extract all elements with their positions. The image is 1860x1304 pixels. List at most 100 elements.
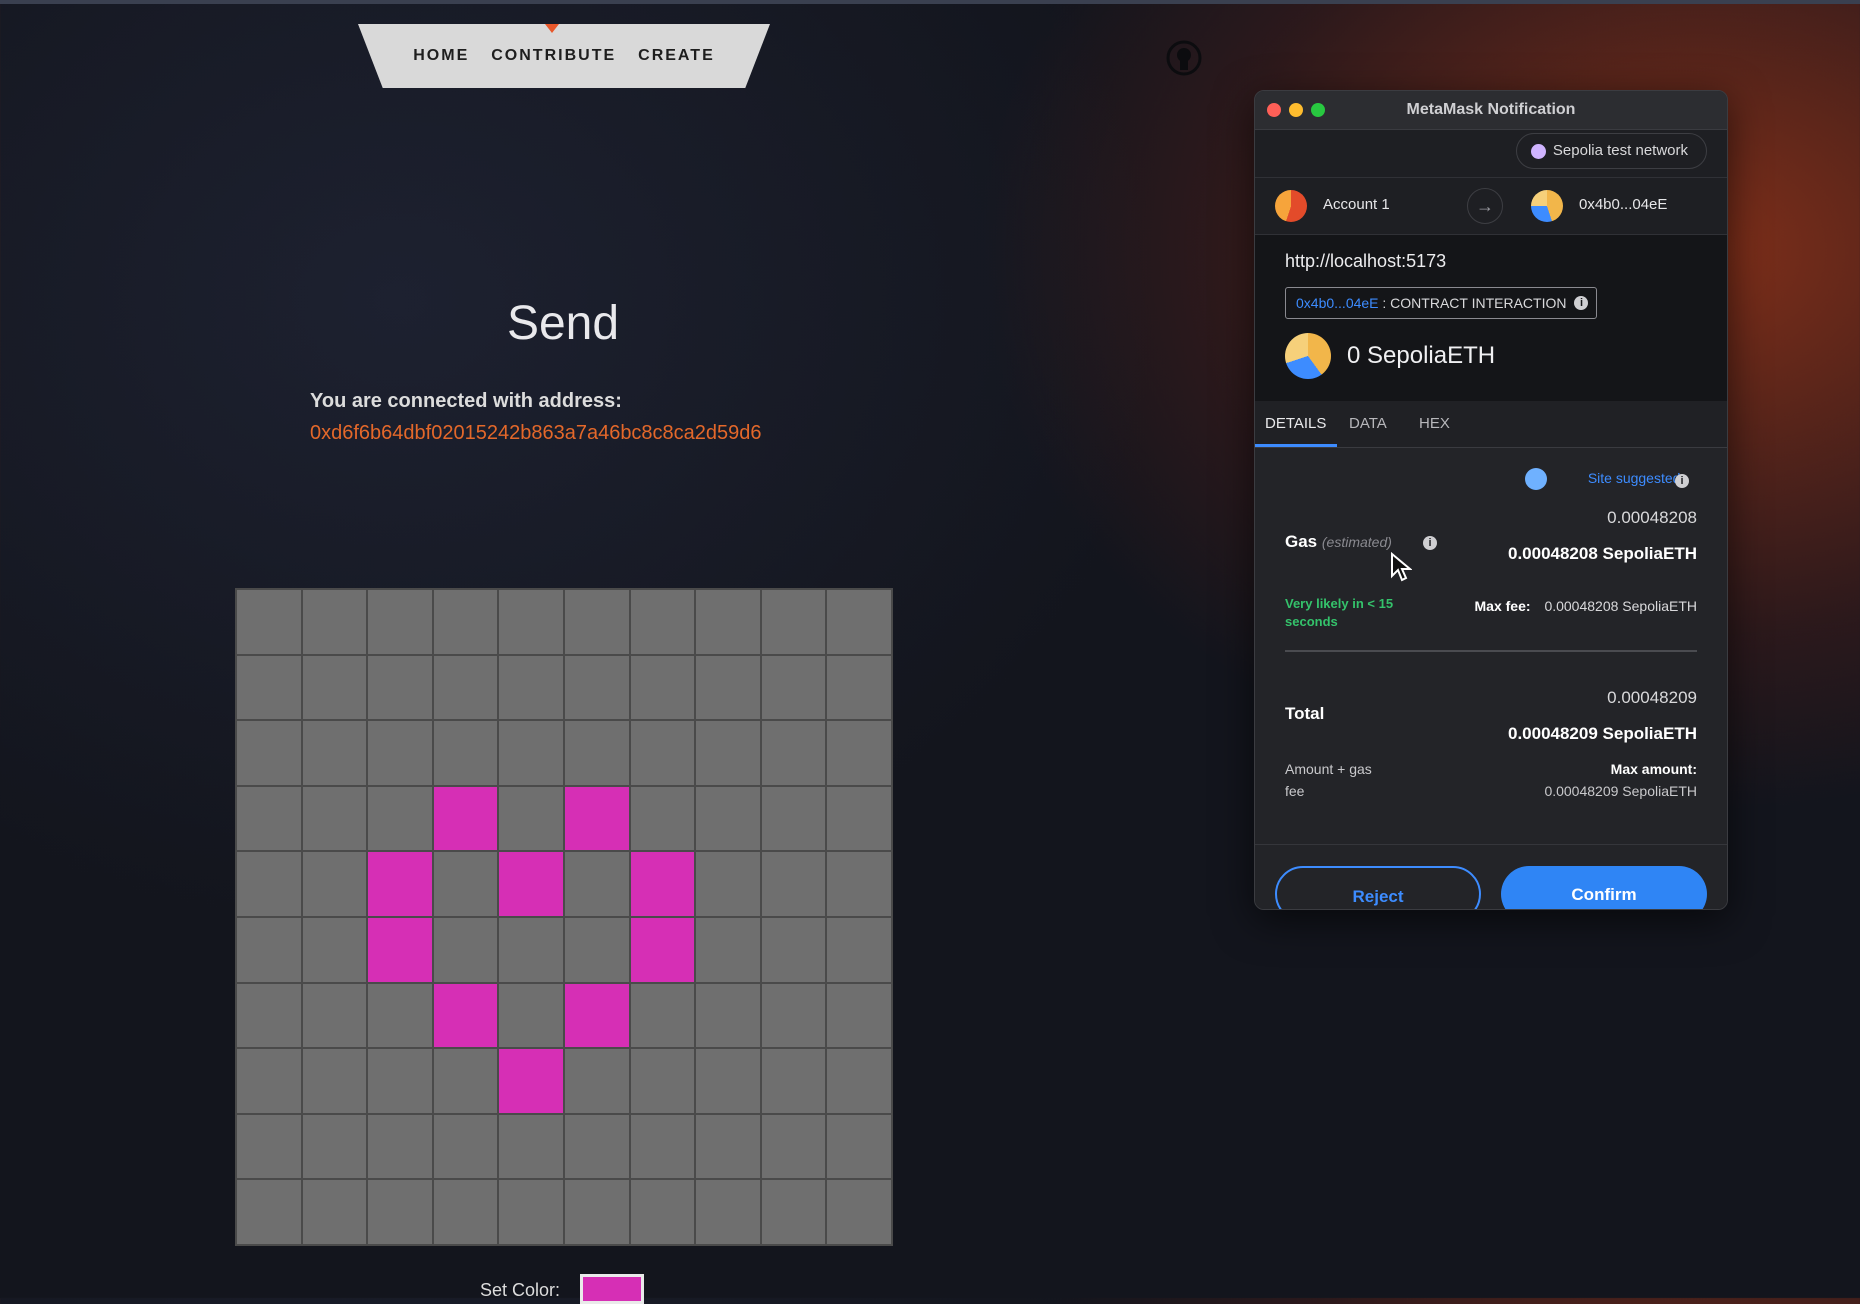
grid-cell[interactable] <box>696 1114 760 1179</box>
grid-cell[interactable] <box>827 721 891 785</box>
grid-cell[interactable] <box>696 852 760 916</box>
tab-details[interactable]: DETAILS <box>1265 415 1326 432</box>
grid-cell[interactable] <box>630 983 695 1048</box>
contract-address-link[interactable]: 0x4b0...04eE <box>1296 295 1379 311</box>
grid-cell[interactable] <box>433 1180 498 1244</box>
network-selector[interactable]: Sepolia test network <box>1515 133 1707 169</box>
gas-info-icon[interactable]: i <box>1423 536 1437 550</box>
grid-cell[interactable] <box>630 1180 695 1244</box>
grid-cell[interactable] <box>761 786 826 851</box>
grid-cell[interactable] <box>302 917 367 982</box>
grid-cell[interactable] <box>368 1114 432 1179</box>
confirm-button[interactable]: Confirm <box>1501 866 1707 909</box>
grid-cell[interactable] <box>564 655 629 720</box>
grid-cell[interactable] <box>237 1049 301 1113</box>
grid-cell[interactable] <box>237 1180 301 1244</box>
grid-cell[interactable] <box>499 721 563 785</box>
grid-cell[interactable] <box>827 655 891 720</box>
grid-cell[interactable] <box>433 852 498 916</box>
grid-cell[interactable] <box>237 917 301 982</box>
color-picker-swatch[interactable] <box>580 1274 644 1304</box>
grid-cell[interactable] <box>237 721 301 785</box>
nav-create[interactable]: CREATE <box>638 47 715 65</box>
grid-cell[interactable] <box>630 1114 695 1179</box>
grid-cell[interactable] <box>564 983 629 1048</box>
grid-cell[interactable] <box>499 1049 563 1113</box>
site-suggested-link[interactable]: Site suggested › <box>1588 470 1689 486</box>
grid-cell[interactable] <box>696 1049 760 1113</box>
grid-cell[interactable] <box>696 721 760 785</box>
grid-cell[interactable] <box>433 983 498 1048</box>
grid-cell[interactable] <box>696 655 760 720</box>
grid-cell[interactable] <box>499 655 563 720</box>
grid-cell[interactable] <box>368 721 432 785</box>
grid-cell[interactable] <box>630 721 695 785</box>
tab-hex[interactable]: HEX <box>1419 415 1450 432</box>
grid-cell[interactable] <box>827 1180 891 1244</box>
grid-cell[interactable] <box>827 1114 891 1179</box>
grid-cell[interactable] <box>368 983 432 1048</box>
grid-cell[interactable] <box>630 917 695 982</box>
grid-cell[interactable] <box>368 852 432 916</box>
grid-cell[interactable] <box>761 655 826 720</box>
grid-cell[interactable] <box>302 590 367 654</box>
github-icon[interactable] <box>1166 40 1202 76</box>
grid-cell[interactable] <box>499 590 563 654</box>
grid-cell[interactable] <box>302 655 367 720</box>
grid-cell[interactable] <box>696 983 760 1048</box>
grid-cell[interactable] <box>630 852 695 916</box>
grid-cell[interactable] <box>630 655 695 720</box>
grid-cell[interactable] <box>630 786 695 851</box>
info-icon[interactable]: i <box>1574 296 1589 310</box>
site-suggested-info-icon[interactable]: i <box>1675 474 1689 488</box>
grid-cell[interactable] <box>302 721 367 785</box>
grid-cell[interactable] <box>564 1049 629 1113</box>
nav-home[interactable]: HOME <box>413 47 469 65</box>
grid-cell[interactable] <box>564 721 629 785</box>
grid-cell[interactable] <box>696 590 760 654</box>
grid-cell[interactable] <box>368 655 432 720</box>
grid-cell[interactable] <box>761 1180 826 1244</box>
reject-button[interactable]: Reject <box>1275 866 1481 909</box>
grid-cell[interactable] <box>761 852 826 916</box>
grid-cell[interactable] <box>433 1114 498 1179</box>
grid-cell[interactable] <box>499 983 563 1048</box>
grid-cell[interactable] <box>302 1114 367 1179</box>
grid-cell[interactable] <box>368 1180 432 1244</box>
grid-cell[interactable] <box>499 852 563 916</box>
grid-cell[interactable] <box>564 1114 629 1179</box>
grid-cell[interactable] <box>499 1180 563 1244</box>
to-address[interactable]: 0x4b0...04eE <box>1579 196 1667 213</box>
nav-contribute[interactable]: CONTRIBUTE <box>491 47 616 65</box>
grid-cell[interactable] <box>302 1049 367 1113</box>
grid-cell[interactable] <box>630 590 695 654</box>
grid-cell[interactable] <box>564 1180 629 1244</box>
grid-cell[interactable] <box>761 917 826 982</box>
contract-interaction-badge[interactable]: 0x4b0...04eE : CONTRACT INTERACTION i <box>1285 287 1598 319</box>
grid-cell[interactable] <box>237 786 301 851</box>
grid-cell[interactable] <box>433 721 498 785</box>
grid-cell[interactable] <box>237 1114 301 1179</box>
grid-cell[interactable] <box>433 655 498 720</box>
grid-cell[interactable] <box>368 917 432 982</box>
grid-cell[interactable] <box>761 590 826 654</box>
grid-cell[interactable] <box>564 786 629 851</box>
grid-cell[interactable] <box>499 786 563 851</box>
grid-cell[interactable] <box>827 590 891 654</box>
grid-cell[interactable] <box>433 786 498 851</box>
grid-cell[interactable] <box>499 1114 563 1179</box>
grid-cell[interactable] <box>630 1049 695 1113</box>
grid-cell[interactable] <box>368 590 432 654</box>
grid-cell[interactable] <box>302 1180 367 1244</box>
grid-cell[interactable] <box>827 852 891 916</box>
grid-cell[interactable] <box>433 917 498 982</box>
grid-cell[interactable] <box>564 590 629 654</box>
from-account-name[interactable]: Account 1 <box>1323 196 1390 213</box>
grid-cell[interactable] <box>564 852 629 916</box>
grid-cell[interactable] <box>237 590 301 654</box>
grid-cell[interactable] <box>564 917 629 982</box>
grid-cell[interactable] <box>499 917 563 982</box>
grid-cell[interactable] <box>237 655 301 720</box>
grid-cell[interactable] <box>761 1114 826 1179</box>
grid-cell[interactable] <box>761 1049 826 1113</box>
